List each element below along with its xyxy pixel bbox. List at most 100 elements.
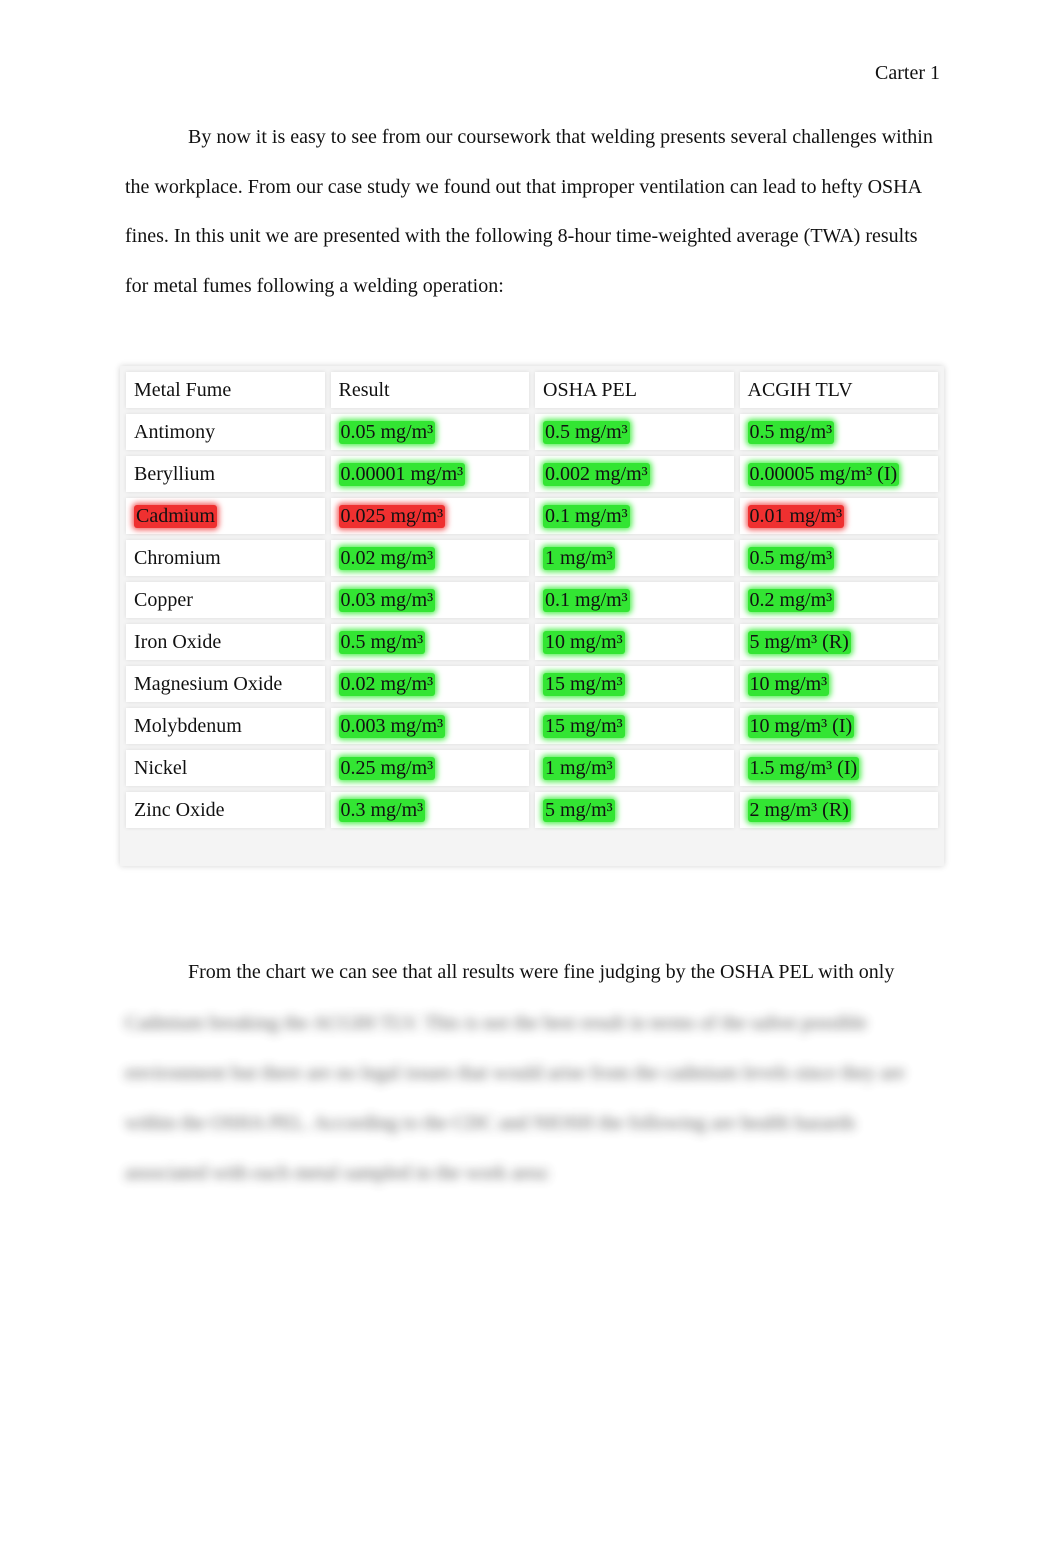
table-row: Copper 0.03 mg/m³ 0.1 mg/m³ 0.2 mg/m³ — [126, 582, 938, 618]
cell-metal: Chromium — [126, 540, 325, 576]
cell-result: 0.02 mg/m³ — [330, 540, 529, 576]
cell-osha-pel-value: 0.1 mg/m³ — [543, 504, 630, 528]
cell-metal-value: Copper — [134, 588, 193, 611]
cell-osha-pel-value: 1 mg/m³ — [543, 756, 615, 780]
cell-result: 0.02 mg/m³ — [330, 666, 529, 702]
cell-acgih-tlv-value: 0.2 mg/m³ — [747, 588, 835, 612]
cell-result-value: 0.02 mg/m³ — [338, 546, 436, 570]
cell-result: 0.3 mg/m³ — [330, 792, 529, 828]
cell-metal: Zinc Oxide — [126, 792, 325, 828]
blurred-preview-text: Cadmium breaking the ACGIH TLV. This is … — [125, 1012, 905, 1184]
cell-metal-value: Beryllium — [134, 462, 216, 485]
intro-text: By now it is easy to see from our course… — [125, 126, 933, 297]
cell-acgih-tlv-value: 1.5 mg/m³ (I) — [747, 756, 860, 780]
cell-metal: Beryllium — [126, 456, 325, 492]
cell-result-value: 0.5 mg/m³ — [338, 630, 426, 654]
cell-metal-value: Zinc Oxide — [134, 798, 225, 821]
cell-metal-value: Iron Oxide — [134, 630, 222, 653]
cell-result: 0.5 mg/m³ — [330, 624, 529, 660]
cell-osha-pel-value: 5 mg/m³ — [543, 798, 615, 822]
table-header-row: Metal Fume Result OSHA PEL ACGIH TLV — [126, 372, 938, 408]
cell-osha-pel-value: 15 mg/m³ — [543, 714, 625, 738]
cell-metal: Molybdenum — [126, 708, 325, 744]
cell-metal: Nickel — [126, 750, 325, 786]
cell-acgih-tlv-value: 5 mg/m³ (R) — [747, 630, 851, 654]
cell-osha-pel: 0.1 mg/m³ — [535, 498, 734, 534]
cell-result-value: 0.00001 mg/m³ — [338, 462, 466, 486]
cell-acgih-tlv: 1.5 mg/m³ (I) — [739, 750, 938, 786]
cell-osha-pel: 0.5 mg/m³ — [535, 414, 734, 450]
cell-acgih-tlv-value: 10 mg/m³ (I) — [747, 714, 855, 738]
column-header-result: Result — [330, 372, 529, 408]
cell-osha-pel: 15 mg/m³ — [535, 708, 734, 744]
intro-paragraph: By now it is easy to see from our course… — [125, 113, 940, 311]
cell-result-value: 0.025 mg/m³ — [338, 504, 446, 528]
table-row: Nickel 0.25 mg/m³ 1 mg/m³ 1.5 mg/m³ (I) — [126, 750, 938, 786]
cell-acgih-tlv-value: 2 mg/m³ (R) — [747, 798, 851, 822]
cell-osha-pel-value: 0.1 mg/m³ — [543, 588, 630, 612]
cell-metal-value: Nickel — [134, 756, 188, 779]
cell-metal-value: Magnesium Oxide — [134, 672, 283, 695]
cell-result-value: 0.03 mg/m³ — [338, 588, 436, 612]
table-body: Antimony 0.05 mg/m³ 0.5 mg/m³ 0.5 mg/m³ Bery… — [126, 414, 938, 828]
cell-acgih-tlv-value: 0.01 mg/m³ — [747, 504, 845, 528]
cell-acgih-tlv: 5 mg/m³ (R) — [739, 624, 938, 660]
cell-osha-pel: 5 mg/m³ — [535, 792, 734, 828]
cell-acgih-tlv-value: 10 mg/m³ — [747, 672, 830, 696]
cell-acgih-tlv-value: 0.00005 mg/m³ (I) — [747, 462, 900, 486]
cell-acgih-tlv: 0.00005 mg/m³ (I) — [739, 456, 938, 492]
cell-result: 0.05 mg/m³ — [330, 414, 529, 450]
cell-metal-value: Antimony — [134, 420, 216, 443]
cell-result: 0.25 mg/m³ — [330, 750, 529, 786]
cell-result-value: 0.3 mg/m³ — [338, 798, 426, 822]
cell-result: 0.003 mg/m³ — [330, 708, 529, 744]
cell-metal-value: Molybdenum — [134, 714, 242, 737]
cell-osha-pel: 10 mg/m³ — [535, 624, 734, 660]
cell-metal-value: Cadmium — [134, 504, 217, 528]
cell-acgih-tlv-value: 0.5 mg/m³ — [747, 420, 835, 444]
cell-result-value: 0.05 mg/m³ — [338, 420, 436, 444]
table-row: Magnesium Oxide 0.02 mg/m³ 15 mg/m³ 10 mg/m… — [126, 666, 938, 702]
cell-result-value: 0.02 mg/m³ — [338, 672, 436, 696]
table-row: Molybdenum 0.003 mg/m³ 15 mg/m³ 10 mg/m³ (I… — [126, 708, 938, 744]
cell-metal-value: Chromium — [134, 546, 221, 569]
cell-metal: Cadmium — [126, 498, 325, 534]
cell-acgih-tlv: 0.5 mg/m³ — [739, 540, 938, 576]
column-header-metal: Metal Fume — [126, 372, 325, 408]
cell-result: 0.03 mg/m³ — [330, 582, 529, 618]
cell-osha-pel-value: 0.5 mg/m³ — [543, 420, 630, 444]
cell-acgih-tlv: 10 mg/m³ (I) — [739, 708, 938, 744]
cell-acgih-tlv: 10 mg/m³ — [739, 666, 938, 702]
cell-osha-pel: 0.1 mg/m³ — [535, 582, 734, 618]
cell-osha-pel: 15 mg/m³ — [535, 666, 734, 702]
metal-fume-table: Metal Fume Result OSHA PEL ACGIH TLV Ant… — [120, 366, 944, 866]
cell-acgih-tlv: 2 mg/m³ (R) — [739, 792, 938, 828]
conclusion-paragraph: From the chart we can see that all resul… — [125, 948, 940, 998]
cell-metal: Antimony — [126, 414, 325, 450]
cell-result-value: 0.003 mg/m³ — [338, 714, 446, 738]
cell-acgih-tlv: 0.2 mg/m³ — [739, 582, 938, 618]
cell-osha-pel-value: 1 mg/m³ — [543, 546, 615, 570]
cell-metal: Copper — [126, 582, 325, 618]
cell-osha-pel-value: 0.002 mg/m³ — [543, 462, 650, 486]
cell-metal: Iron Oxide — [126, 624, 325, 660]
table-row: Beryllium 0.00001 mg/m³ 0.002 mg/m³ 0.00005… — [126, 456, 938, 492]
cell-osha-pel-value: 10 mg/m³ — [543, 630, 625, 654]
table-row: Iron Oxide 0.5 mg/m³ 10 mg/m³ 5 mg/m³ (R) — [126, 624, 938, 660]
table-row: Chromium 0.02 mg/m³ 1 mg/m³ 0.5 mg/m³ — [126, 540, 938, 576]
running-head: Carter 1 — [875, 62, 940, 84]
table-row: Antimony 0.05 mg/m³ 0.5 mg/m³ 0.5 mg/m³ — [126, 414, 938, 450]
table-row: Cadmium 0.025 mg/m³ 0.1 mg/m³ 0.01 mg/m³ — [126, 498, 938, 534]
cell-osha-pel-value: 15 mg/m³ — [543, 672, 625, 696]
cell-result: 0.025 mg/m³ — [330, 498, 529, 534]
cell-metal: Magnesium Oxide — [126, 666, 325, 702]
cell-acgih-tlv-value: 0.5 mg/m³ — [747, 546, 835, 570]
cell-acgih-tlv: 0.5 mg/m³ — [739, 414, 938, 450]
cell-osha-pel: 1 mg/m³ — [535, 540, 734, 576]
cell-result: 0.00001 mg/m³ — [330, 456, 529, 492]
table-row: Zinc Oxide 0.3 mg/m³ 5 mg/m³ 2 mg/m³ (R) — [126, 792, 938, 828]
cell-osha-pel: 0.002 mg/m³ — [535, 456, 734, 492]
conclusion-text: From the chart we can see that all resul… — [188, 961, 895, 983]
column-header-acgih-tlv: ACGIH TLV — [739, 372, 938, 408]
cell-result-value: 0.25 mg/m³ — [338, 756, 436, 780]
